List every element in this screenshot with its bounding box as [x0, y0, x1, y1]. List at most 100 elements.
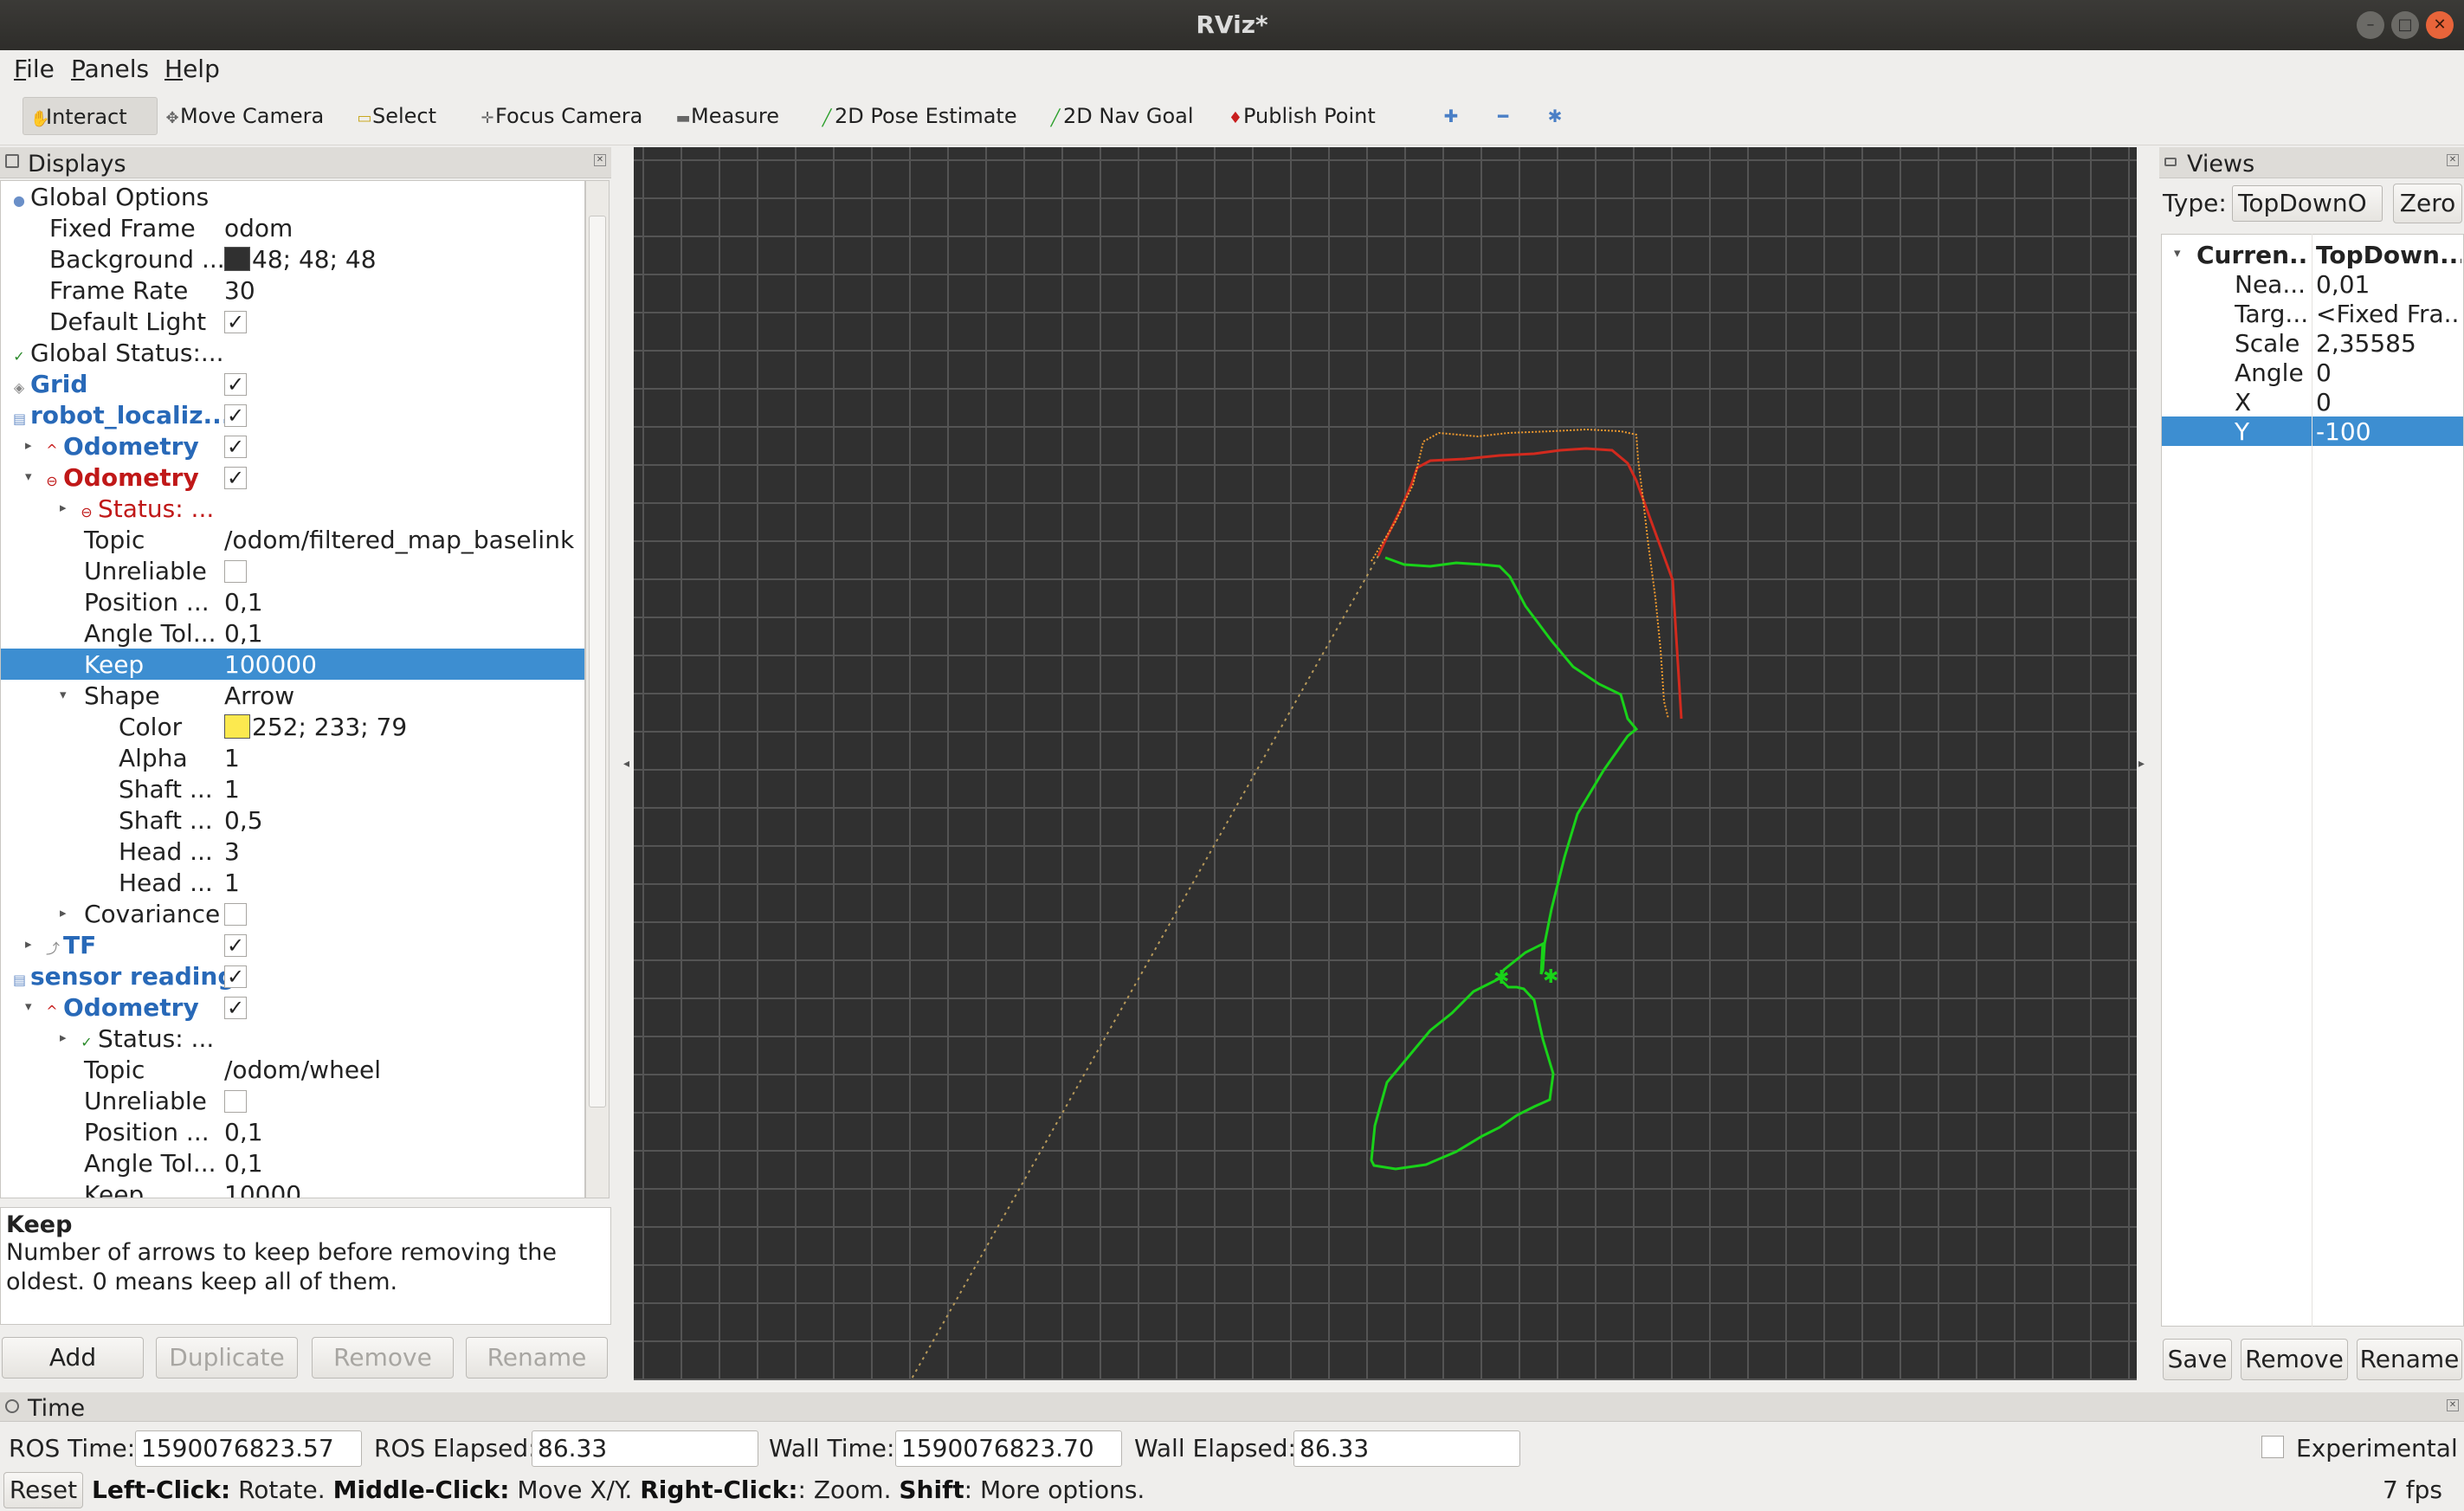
row-value[interactable]: 1 [224, 869, 240, 897]
row-value[interactable]: 0,1 [224, 619, 263, 648]
row-value[interactable]: 0,1 [224, 1118, 263, 1146]
row-value[interactable]: 252; 233; 79 [252, 713, 407, 741]
remove-tool-icon[interactable]: ━ [1486, 100, 1520, 132]
view-row-value[interactable]: 0 [2316, 388, 2461, 416]
tree-row-position-2[interactable]: Position ... 0,1 [1, 1116, 584, 1147]
checkbox[interactable]: ✓ [224, 467, 247, 489]
view-row-value[interactable]: -100 [2316, 417, 2461, 446]
tree-row-odometry-3[interactable]: ▾ ^ Odometry ✓ [1, 991, 584, 1023]
checkbox[interactable]: ✓ [224, 934, 247, 957]
minimize-icon[interactable]: – [2357, 11, 2384, 39]
color-swatch[interactable] [224, 247, 250, 271]
checkbox[interactable]: ✓ [224, 373, 247, 396]
tree-row-color[interactable]: Color 252; 233; 79 [1, 711, 584, 742]
collapse-arrow-icon[interactable]: ▾ [60, 687, 67, 702]
tree-row-head-length[interactable]: Head ... 3 [1, 836, 584, 867]
checkbox[interactable]: ✓ [224, 404, 247, 427]
view-row-y[interactable]: Y -100 [2162, 416, 2463, 446]
focus-camera-tool-button[interactable]: ✛Focus Camera [480, 97, 642, 135]
row-value[interactable]: 10000 [224, 1180, 301, 1198]
tool-properties-icon[interactable]: ✱ [1538, 100, 1572, 132]
tree-row-covariance[interactable]: ▸ Covariance [1, 898, 584, 929]
row-value[interactable]: 1 [224, 775, 240, 804]
wall-elapsed-field[interactable]: 86.33 [1293, 1430, 1520, 1467]
rename-display-button[interactable]: Rename [466, 1337, 608, 1379]
tree-row-odometry-1[interactable]: ▸ ^ Odometry ✓ [1, 430, 584, 462]
view-row-value[interactable]: 0,01 [2316, 270, 2461, 299]
tree-row-global-options[interactable]: ● Global Options [1, 181, 584, 212]
tree-row-topic-2[interactable]: Topic /odom/wheel [1, 1054, 584, 1085]
view-row-near-clip[interactable]: Nea... 0,01 [2162, 269, 2463, 299]
checkbox[interactable]: ✓ [224, 997, 247, 1019]
row-value[interactable]: 0,5 [224, 806, 263, 835]
tree-row-status-1[interactable]: ▸ ⊖ Status: ... [1, 493, 584, 524]
view-row-value[interactable]: 0 [2316, 358, 2461, 387]
tree-row-sensor-reading[interactable]: ▤ sensor reading ✓ [1, 960, 584, 991]
tree-row-keep-2[interactable]: Keep 10000 [1, 1178, 584, 1198]
tree-row-tf[interactable]: ▸ ⤴ TF ✓ [1, 929, 584, 960]
remove-view-button[interactable]: Remove [2241, 1339, 2348, 1380]
tree-row-shape[interactable]: ▾ Shape Arrow [1, 680, 584, 711]
menu-panels[interactable]: Panels [71, 55, 149, 83]
tree-row-status-2[interactable]: ▸ ✓ Status: ... [1, 1023, 584, 1054]
collapse-arrow-icon[interactable]: ▾ [25, 468, 32, 484]
measure-tool-button[interactable]: ▬Measure [675, 97, 779, 135]
tree-row-angle-2[interactable]: Angle Tol... 0,1 [1, 1147, 584, 1178]
pose-estimate-tool-button[interactable]: ╱ 2D Pose Estimate [819, 97, 1017, 135]
tree-row-unreliable-2[interactable]: Unreliable [1, 1085, 584, 1116]
row-value[interactable]: 48; 48; 48 [252, 245, 377, 274]
collapse-arrow-icon[interactable]: ▾ [25, 998, 32, 1014]
expand-arrow-icon[interactable]: ▸ [60, 1030, 67, 1045]
tree-row-default-light[interactable]: Default Light ✓ [1, 306, 584, 337]
expand-arrow-icon[interactable]: ▸ [25, 936, 32, 952]
row-value[interactable]: 0,1 [224, 588, 263, 617]
close-panel-icon[interactable]: ✕ [2447, 1399, 2459, 1411]
rename-view-button[interactable]: Rename [2357, 1339, 2462, 1380]
collapse-arrow-icon[interactable]: ▾ [2174, 245, 2181, 261]
splitter-right-icon[interactable]: ▸ [2138, 757, 2145, 771]
close-icon[interactable]: ✕ [2426, 11, 2454, 39]
render-viewport[interactable]: ✱ ✱ [634, 147, 2137, 1380]
checkbox[interactable]: ✓ [224, 965, 247, 988]
ros-time-field[interactable]: 1590076823.57 [135, 1430, 362, 1467]
tree-row-shaft-radius[interactable]: Shaft ... 0,5 [1, 804, 584, 836]
view-row-value[interactable]: 2,35585 [2316, 329, 2461, 358]
experimental-checkbox[interactable] [2261, 1436, 2284, 1458]
nav-goal-tool-button[interactable]: ╱ 2D Nav Goal [1048, 97, 1194, 135]
expand-arrow-icon[interactable]: ▸ [60, 500, 67, 515]
row-value[interactable]: 0,1 [224, 1149, 263, 1178]
publish-point-tool-button[interactable]: ♦Publish Point [1228, 97, 1376, 135]
view-row-value[interactable]: <Fixed Fra... [2316, 300, 2461, 328]
tree-row-background[interactable]: Background ... 48; 48; 48 [1, 243, 584, 274]
tree-row-frame-rate[interactable]: Frame Rate 30 [1, 274, 584, 306]
scrollbar-thumb[interactable] [589, 216, 606, 1107]
tree-row-alpha[interactable]: Alpha 1 [1, 742, 584, 773]
tree-row-grid[interactable]: ◈ Grid ✓ [1, 368, 584, 399]
add-display-button[interactable]: Add [2, 1337, 144, 1379]
duplicate-display-button[interactable]: Duplicate [156, 1337, 298, 1379]
view-row-scale[interactable]: Scale 2,35585 [2162, 328, 2463, 358]
wall-time-field[interactable]: 1590076823.70 [895, 1430, 1122, 1467]
row-value[interactable]: /odom/filtered_map_baselink [224, 526, 574, 554]
menu-file[interactable]: File [14, 55, 55, 83]
tree-row-unreliable-1[interactable]: Unreliable [1, 555, 584, 586]
maximize-icon[interactable]: □ [2391, 11, 2419, 39]
row-value[interactable]: /odom/wheel [224, 1056, 381, 1084]
menu-help[interactable]: Help [164, 55, 220, 83]
save-view-button[interactable]: Save [2163, 1339, 2232, 1380]
checkbox[interactable] [224, 560, 247, 583]
views-tree[interactable]: ▾ Curren... TopDown... Nea... 0,01 Targ.… [2161, 234, 2464, 1327]
add-tool-icon[interactable]: ✚ [1434, 100, 1468, 132]
interact-tool-button[interactable]: ✋Interact [23, 97, 158, 135]
tree-row-shaft-length[interactable]: Shaft ... 1 [1, 773, 584, 804]
displays-scrollbar[interactable] [585, 180, 610, 1198]
row-value[interactable]: 3 [224, 837, 240, 866]
tree-row-robot-localization[interactable]: ▤ robot_localiz... ✓ [1, 399, 584, 430]
tree-row-angle-1[interactable]: Angle Tol... 0,1 [1, 617, 584, 649]
view-row-x[interactable]: X 0 [2162, 387, 2463, 416]
reset-button[interactable]: Reset [3, 1472, 83, 1508]
move-camera-tool-button[interactable]: ✥Move Camera [164, 97, 324, 135]
checkbox[interactable] [224, 903, 247, 926]
checkbox[interactable]: ✓ [224, 436, 247, 458]
tree-row-keep-1[interactable]: Keep 100000 [1, 649, 584, 680]
